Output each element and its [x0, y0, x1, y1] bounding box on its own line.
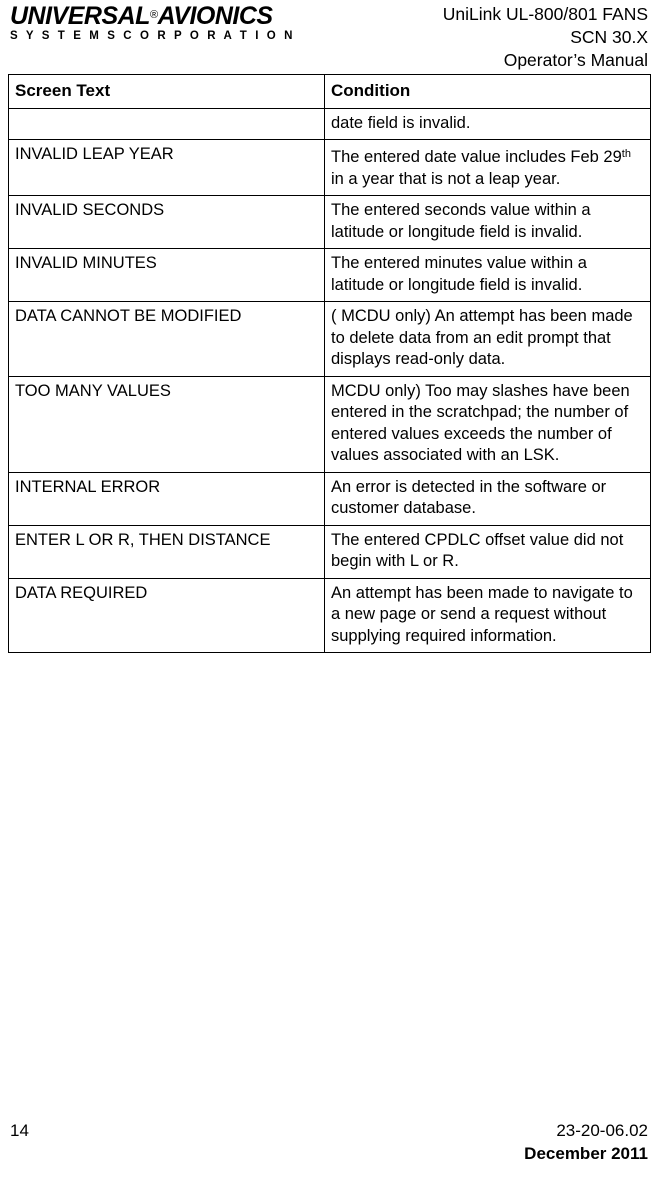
registered-trademark-icon: ® [149, 9, 158, 21]
company-logo: UNIVERSAL®AVIONICS S Y S T E M S C O R P… [8, 2, 295, 43]
table-row: INTERNAL ERROR An error is detected in t… [8, 471, 651, 526]
logo-subtitle: S Y S T E M S C O R P O R A T I O N [10, 30, 296, 42]
table-row: INVALID LEAP YEAR The entered date value… [8, 139, 651, 196]
cell-condition: MCDU only) Too may slashes have been ent… [324, 375, 651, 473]
column-header-condition: Condition [324, 74, 651, 109]
page-footer: 14 23-20-06.02 December 2011 [8, 1119, 650, 1165]
cell-screen-text: ENTER L OR R, THEN DISTANCE [8, 524, 325, 579]
table-row: DATA CANNOT BE MODIFIED ( MCDU only) An … [8, 301, 651, 377]
cell-screen-text: DATA REQUIRED [8, 577, 325, 653]
cell-screen-text: TOO MANY VALUES [8, 375, 325, 473]
logo-wordmark: UNIVERSAL®AVIONICS [10, 3, 295, 29]
cell-screen-text: INVALID SECONDS [8, 195, 325, 249]
page-number: 14 [10, 1121, 29, 1140]
cell-condition: date field is invalid. [324, 107, 651, 140]
header-title-block: UniLink UL-800/801 FANS SCN 30.X Operato… [443, 2, 650, 72]
document-page: UNIVERSAL®AVIONICS S Y S T E M S C O R P… [0, 0, 658, 1179]
document-number: 23-20-06.02 [556, 1121, 648, 1140]
table-row: INVALID SECONDS The entered seconds valu… [8, 195, 651, 249]
header-line-product: UniLink UL-800/801 FANS [442, 4, 648, 24]
logo-universal: UNIVERSAL [10, 2, 150, 30]
table-row: TOO MANY VALUES MCDU only) Too may slash… [8, 375, 651, 473]
header-line-manual: Operator’s Manual [503, 50, 648, 70]
publication-date: December 2011 [524, 1144, 648, 1163]
cell-screen-text: INTERNAL ERROR [8, 471, 325, 526]
cell-screen-text [8, 107, 325, 140]
table-row: INVALID MINUTES The entered minutes valu… [8, 248, 651, 302]
header-line-scn: SCN 30.X [570, 27, 648, 47]
ordinal-suffix: th [621, 148, 631, 160]
table-header-row: Screen Text Condition [8, 74, 651, 109]
cell-screen-text: INVALID LEAP YEAR [8, 139, 325, 196]
cell-condition: The entered CPDLC offset value did not b… [324, 524, 651, 579]
cell-screen-text: DATA CANNOT BE MODIFIED [8, 301, 325, 377]
cell-condition: An error is detected in the software or … [324, 471, 651, 526]
column-header-screen-text: Screen Text [8, 74, 325, 109]
cell-condition: ( MCDU only) An attempt has been made to… [324, 301, 651, 377]
logo-avionics: AVIONICS [157, 2, 274, 30]
screen-text-condition-table: Screen Text Condition date field is inva… [8, 74, 651, 653]
table-row: ENTER L OR R, THEN DISTANCE The entered … [8, 524, 651, 579]
page-header: UNIVERSAL®AVIONICS S Y S T E M S C O R P… [8, 0, 650, 74]
condition-text-post: in a year that is not a leap year. [331, 169, 561, 188]
table-row: date field is invalid. [8, 107, 651, 140]
cell-screen-text: INVALID MINUTES [8, 248, 325, 302]
table-row: DATA REQUIRED An attempt has been made t… [8, 577, 651, 653]
cell-condition: The entered date value includes Feb 29th… [324, 139, 651, 196]
cell-condition: The entered seconds value within a latit… [324, 195, 651, 249]
cell-condition: An attempt has been made to navigate to … [324, 577, 651, 653]
condition-text-pre: The entered date value includes Feb 29 [331, 148, 622, 166]
footer-main-row: 14 23-20-06.02 [8, 1119, 650, 1142]
cell-condition: The entered minutes value within a latit… [324, 248, 651, 302]
